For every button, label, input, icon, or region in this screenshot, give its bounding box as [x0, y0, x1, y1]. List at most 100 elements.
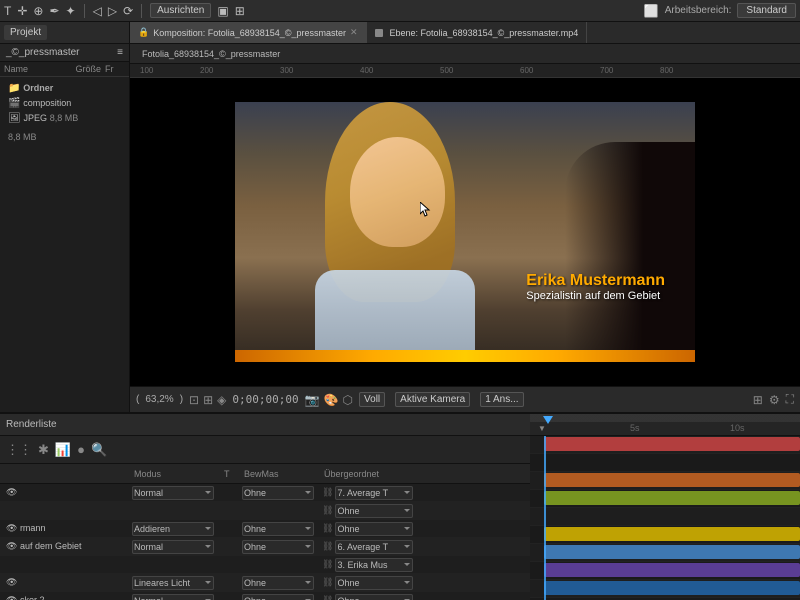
ruler-mark-800: 800 [660, 66, 673, 75]
ruler-mark-300: 300 [280, 66, 293, 75]
lock-icon: 🔒 [138, 27, 149, 38]
layer-uber-4[interactable]: ⛓ Ohne [322, 576, 422, 590]
ausrichten-button[interactable]: Ausrichten [150, 3, 211, 18]
uber-select-3b[interactable]: 3. Erika Mus [335, 558, 413, 572]
grid-icon[interactable]: ⊞ [753, 393, 763, 407]
layer-bewmas-2[interactable]: Ohne [242, 522, 322, 536]
snap-icon[interactable]: ⊞ [203, 393, 213, 407]
layer-bewmas-4[interactable]: Ohne [242, 576, 322, 590]
anchor-tool-icon[interactable]: ⊕ [33, 4, 43, 18]
pen-tool-icon[interactable]: ✒ [49, 4, 59, 18]
bewmas-select-2[interactable]: Ohne [242, 522, 314, 536]
layer-modus-2[interactable]: AddierenNormal [132, 522, 222, 536]
uber-select-2[interactable]: Ohne [335, 522, 413, 536]
back-icon[interactable]: ◁ [93, 4, 102, 18]
modus-select-4[interactable]: Lineares LichtNormal [132, 576, 214, 590]
eye-icon-5[interactable]: 👁 [6, 595, 20, 600]
settings-icon[interactable]: ⚙ [769, 393, 780, 407]
zoom-value[interactable]: 63,2% [145, 394, 173, 405]
preview-icon[interactable]: ⬡ [343, 393, 353, 407]
eye-icon-1[interactable]: 👁 [6, 487, 17, 497]
fwd-icon[interactable]: ▷ [108, 4, 117, 18]
layer-bewmas-5[interactable]: Ohne [242, 594, 322, 600]
clip-6[interactable] [544, 563, 800, 577]
layer-modus-4[interactable]: Lineares LichtNormal [132, 576, 222, 590]
clip-1[interactable] [544, 437, 800, 451]
clip-5[interactable] [544, 545, 800, 559]
uber-select-4[interactable]: Ohne [335, 576, 413, 590]
layer-name-3: 👁 auf dem Gebiet [2, 541, 132, 552]
layer-uber-1b[interactable]: ⛓ Ohne [322, 504, 422, 518]
fullscreen-icon[interactable]: ⛶ [786, 392, 794, 407]
camera-capture-icon[interactable]: 📷 [305, 393, 320, 407]
eye-icon-3[interactable]: 👁 [6, 541, 20, 551]
clip-7[interactable] [544, 581, 800, 595]
layer-modus-5[interactable]: Normal [132, 594, 222, 600]
mask-icon[interactable]: ◈ [217, 393, 226, 407]
layer-uber-2[interactable]: ⛓ Ohne [322, 522, 422, 536]
list-item[interactable]: 📁 Ordner [4, 81, 125, 96]
layer-bewmas-3[interactable]: Ohne [242, 540, 322, 554]
timeline-ruler: ▼ 5s 10s [530, 414, 800, 436]
view-dropdown[interactable]: 1 Ans... [480, 392, 523, 407]
camera-dropdown[interactable]: Aktive Kamera [395, 392, 470, 407]
uber-select-3[interactable]: 6. Average T [335, 540, 413, 554]
clip-2[interactable] [544, 473, 800, 487]
clip-3[interactable] [544, 491, 800, 505]
uber-select-5[interactable]: Ohne [335, 594, 413, 600]
quality-dropdown[interactable]: Voll [359, 392, 385, 407]
layer-uber-1[interactable]: ⛓ 7. Average T [322, 486, 422, 500]
tl-star-icon[interactable]: ✱ [38, 442, 49, 458]
bewmas-select-3[interactable]: Ohne [242, 540, 314, 554]
text-tool-icon[interactable]: T [4, 4, 11, 18]
eye-icon-2[interactable]: 👁 [6, 523, 20, 533]
align2-icon[interactable]: ⊞ [235, 4, 245, 18]
tl-graph-icon[interactable]: 📊 [55, 442, 71, 458]
modus-select-2[interactable]: AddierenNormal [132, 522, 214, 536]
tl-search-icon[interactable]: 🔍 [91, 442, 107, 458]
track-7 [530, 580, 800, 598]
tl-expand-icon[interactable]: ⋮⋮ [6, 442, 32, 458]
layer-modus-3[interactable]: NormalAddieren [132, 540, 222, 554]
bewmas-select-4[interactable]: Ohne [242, 576, 314, 590]
bewmas-select-1[interactable]: Ohne [242, 486, 314, 500]
uber-select-1b[interactable]: Ohne [335, 504, 413, 518]
modus-select-1[interactable]: NormalAddierenLineares Licht [132, 486, 214, 500]
layer-bewmas-1[interactable]: Ohne [242, 486, 322, 500]
comp-name: composition [23, 98, 71, 108]
project-panel-title: _©_pressmaster ≡ [0, 44, 129, 62]
bewmas-select-5[interactable]: Ohne [242, 594, 314, 600]
project-menu-icon[interactable]: ≡ [117, 47, 123, 58]
layer-uber-3[interactable]: ⛓ 6. Average T [322, 540, 422, 554]
eye-icon-4[interactable]: 👁 [6, 577, 17, 587]
align-icon[interactable]: ▣ [217, 4, 228, 18]
color-icon[interactable]: 🎨 [324, 393, 339, 407]
track-6 [530, 562, 800, 580]
uber-select-1[interactable]: 7. Average T [335, 486, 413, 500]
modus-select-5[interactable]: Normal [132, 594, 214, 600]
timecode[interactable]: 0;00;00;00 [232, 393, 298, 406]
arbeitsbereich-value[interactable]: Standard [737, 3, 796, 18]
playhead-triangle [543, 416, 553, 424]
comp-tab-close[interactable]: ✕ [350, 27, 358, 38]
move-tool-icon[interactable]: ✛ [17, 4, 27, 18]
zoom-percent[interactable]: ( [136, 394, 139, 405]
shape-tool-icon[interactable]: ✦ [66, 4, 76, 18]
tl-circle-icon[interactable]: ● [77, 442, 85, 457]
modus-select-3[interactable]: NormalAddieren [132, 540, 214, 554]
monitor-icon[interactable]: ⬜ [644, 4, 659, 18]
clip-4[interactable] [544, 527, 800, 541]
sub-tab-label[interactable]: Fotolia_68938154_©_pressmaster [136, 48, 286, 60]
layer-tab-main[interactable]: Ebene: Fotolia_68938154_©_pressmaster.mp… [367, 22, 588, 43]
layer-modus-1[interactable]: NormalAddierenLineares Licht [132, 486, 222, 500]
list-item[interactable]: 8,8 MB [4, 130, 125, 144]
counter-icon[interactable]: ⟳ [123, 4, 133, 18]
region-icon[interactable]: ⊡ [189, 393, 199, 407]
layer-uber-3b[interactable]: ⛓ 3. Erika Mus [322, 558, 422, 572]
list-item[interactable]: 🎬 composition [4, 96, 125, 111]
comp-tab-main[interactable]: 🔒 Komposition: Fotolia_68938154_©_pressm… [130, 22, 367, 43]
list-item[interactable]: 🖼 JPEG 8,8 MB [4, 111, 125, 126]
layer-thumb [375, 29, 383, 37]
project-tab[interactable]: Projekt [4, 25, 47, 40]
layer-uber-5[interactable]: ⛓ Ohne [322, 594, 422, 600]
